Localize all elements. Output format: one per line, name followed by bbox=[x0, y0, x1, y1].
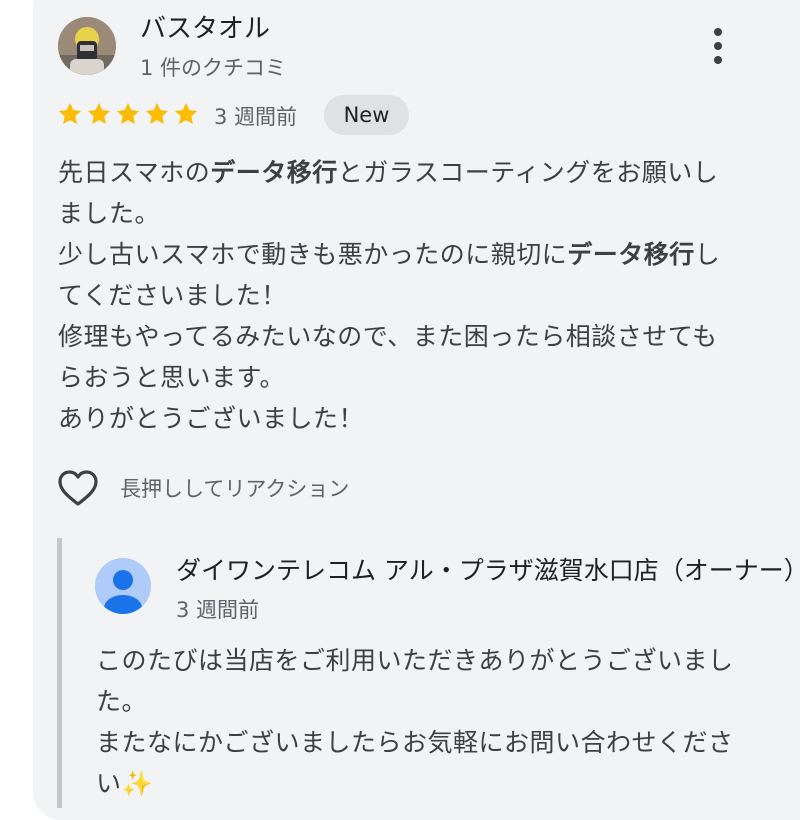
owner-reply-time: 3 週間前 bbox=[176, 598, 260, 622]
star-rating bbox=[57, 101, 199, 129]
owner-reply-text: このたびは当店をご利用いただきありがとうございました。 またなにかございましたらお… bbox=[96, 640, 736, 804]
reply-text-part: またなにかございましたらお気軽にお問い合わせください✨ bbox=[96, 728, 734, 798]
review-text-bold: データ移行 bbox=[567, 240, 695, 269]
review-text-bold: データ移行 bbox=[210, 158, 338, 187]
author-avatar-image bbox=[58, 17, 116, 75]
person-icon bbox=[95, 558, 151, 614]
review-text-part: 少し古いスマホで動きも悪かったのに親切に bbox=[58, 240, 568, 269]
author-avatar[interactable] bbox=[58, 17, 116, 75]
author-name[interactable]: バスタオル bbox=[140, 8, 270, 45]
more-vert-icon bbox=[714, 28, 722, 64]
review-text-part: 先日スマホの bbox=[58, 158, 211, 187]
star-icon bbox=[174, 102, 198, 124]
owner-avatar bbox=[95, 558, 151, 614]
more-options-button[interactable] bbox=[700, 22, 736, 70]
heart-outline-icon bbox=[58, 470, 98, 506]
star-icon bbox=[87, 102, 111, 124]
star-icon bbox=[116, 102, 140, 124]
star-icon bbox=[58, 102, 82, 124]
review-time: 3 週間前 bbox=[214, 105, 298, 129]
owner-name: ダイワンテレコム アル・プラザ滋賀水口店（オーナー） bbox=[176, 556, 800, 585]
review-text: 先日スマホのデータ移行とガラスコーティングをお願いしました。 少し古いスマホで動き… bbox=[58, 152, 728, 439]
reaction-label: 長押ししてリアクション bbox=[120, 477, 350, 501]
author-review-count: 1 件のクチコミ bbox=[140, 56, 287, 80]
review-text-part: 修理もやってるみたいなので、また困ったら相談させてもらおうと思います。 bbox=[58, 322, 718, 392]
new-badge: New bbox=[324, 95, 409, 135]
star-icon bbox=[145, 102, 169, 124]
review-text-part: ありがとうございました！ bbox=[58, 404, 365, 433]
reply-divider bbox=[57, 538, 62, 808]
reply-text-part: このたびは当店をご利用いただきありがとうございました。 bbox=[96, 646, 734, 716]
reaction-button[interactable]: 長押ししてリアクション bbox=[56, 466, 349, 510]
